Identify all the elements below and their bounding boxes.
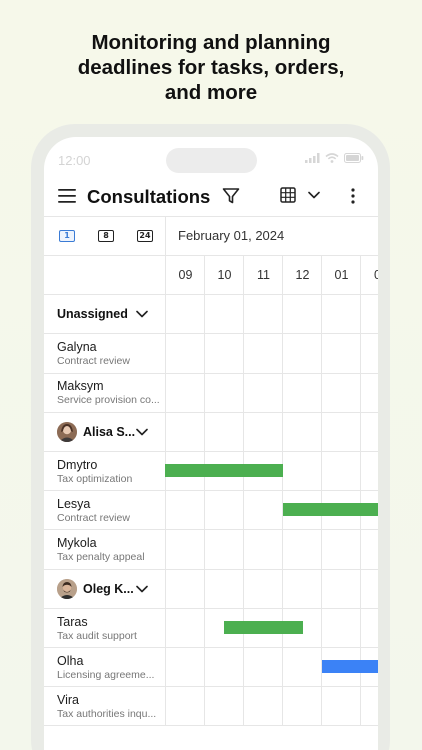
hours-row-divider — [44, 294, 378, 295]
zoom-24-button[interactable]: 24 — [137, 230, 153, 242]
hour-divider — [243, 255, 244, 726]
filter-icon[interactable] — [222, 187, 240, 205]
page-title: Consultations — [87, 186, 211, 207]
hour-label: 10 — [217, 268, 232, 282]
row-divider — [44, 451, 378, 452]
task-bar-dmytro[interactable] — [165, 464, 283, 477]
group-alisa-label[interactable]: Alisa S... — [83, 425, 135, 439]
hour-label: 11 — [257, 268, 270, 282]
headline-line-1: Monitoring and planning — [91, 31, 331, 54]
status-time: 12:00 — [58, 153, 91, 168]
row-name[interactable]: Olha — [57, 654, 83, 668]
battery-icon — [344, 153, 364, 163]
task-bar-olha[interactable] — [322, 660, 378, 673]
hour-divider — [204, 255, 205, 726]
menu-icon[interactable] — [58, 189, 76, 203]
row-subtitle: Tax audit support — [57, 630, 137, 642]
chevron-down-icon[interactable] — [308, 191, 320, 199]
row-divider — [44, 569, 378, 570]
date-row-divider — [44, 255, 378, 256]
row-name[interactable]: Mykola — [57, 536, 97, 550]
phone-screen: 12:00 Consultations 1 8 24 February 01, … — [44, 137, 378, 750]
avatar — [57, 579, 77, 599]
toolbar: Consultations — [44, 181, 378, 213]
row-divider — [44, 647, 378, 648]
row-divider — [44, 608, 378, 609]
toolbar-divider — [44, 216, 378, 217]
row-name[interactable]: Taras — [57, 615, 88, 629]
hour-divider — [321, 255, 322, 726]
hour-label: 0 — [374, 268, 378, 282]
task-bar-taras[interactable] — [224, 621, 303, 634]
row-subtitle: Contract review — [57, 512, 130, 524]
chevron-down-icon[interactable] — [136, 428, 148, 436]
hour-divider — [360, 255, 361, 726]
avatar — [57, 422, 77, 442]
row-divider — [44, 412, 378, 413]
row-name[interactable]: Lesya — [57, 497, 90, 511]
hour-label: 09 — [178, 268, 193, 282]
calendar-grid-icon[interactable] — [280, 187, 296, 203]
row-divider — [44, 686, 378, 687]
zoom-8-button[interactable]: 8 — [98, 230, 114, 242]
row-subtitle: Tax authorities inqu... — [57, 708, 157, 720]
wifi-icon — [325, 153, 339, 163]
chevron-down-icon[interactable] — [136, 310, 148, 318]
row-divider — [44, 333, 378, 334]
row-name[interactable]: Maksym — [57, 379, 104, 393]
status-icons — [305, 153, 364, 163]
headline: Monitoring and planning deadlines for ta… — [0, 30, 422, 105]
row-name[interactable]: Dmytro — [57, 458, 97, 472]
signal-icon — [305, 153, 320, 163]
hour-divider — [282, 255, 283, 726]
zoom-1-button[interactable]: 1 — [59, 230, 75, 242]
headline-line-2: deadlines for tasks, orders, — [77, 56, 345, 79]
date-label[interactable]: February 01, 2024 — [178, 228, 284, 243]
task-bar-lesya[interactable] — [283, 503, 378, 516]
row-divider — [44, 373, 378, 374]
hour-label: 01 — [334, 268, 349, 282]
row-name[interactable]: Galyna — [57, 340, 97, 354]
camera-notch — [166, 148, 257, 173]
row-subtitle: Tax optimization — [57, 473, 133, 485]
group-unassigned-label[interactable]: Unassigned — [57, 307, 128, 321]
row-divider — [44, 529, 378, 530]
row-divider — [44, 725, 378, 726]
row-subtitle: Tax penalty appeal — [57, 551, 145, 563]
row-divider — [44, 490, 378, 491]
row-subtitle: Contract review — [57, 355, 130, 367]
row-subtitle: Service provision co... — [57, 394, 160, 406]
hour-label: 12 — [295, 268, 310, 282]
group-oleg-label[interactable]: Oleg K... — [83, 582, 134, 596]
headline-line-3: and more — [164, 81, 258, 104]
chevron-down-icon[interactable] — [136, 585, 148, 593]
more-vert-icon[interactable] — [350, 188, 356, 204]
row-name[interactable]: Vira — [57, 693, 79, 707]
row-subtitle: Licensing agreeme... — [57, 669, 155, 681]
